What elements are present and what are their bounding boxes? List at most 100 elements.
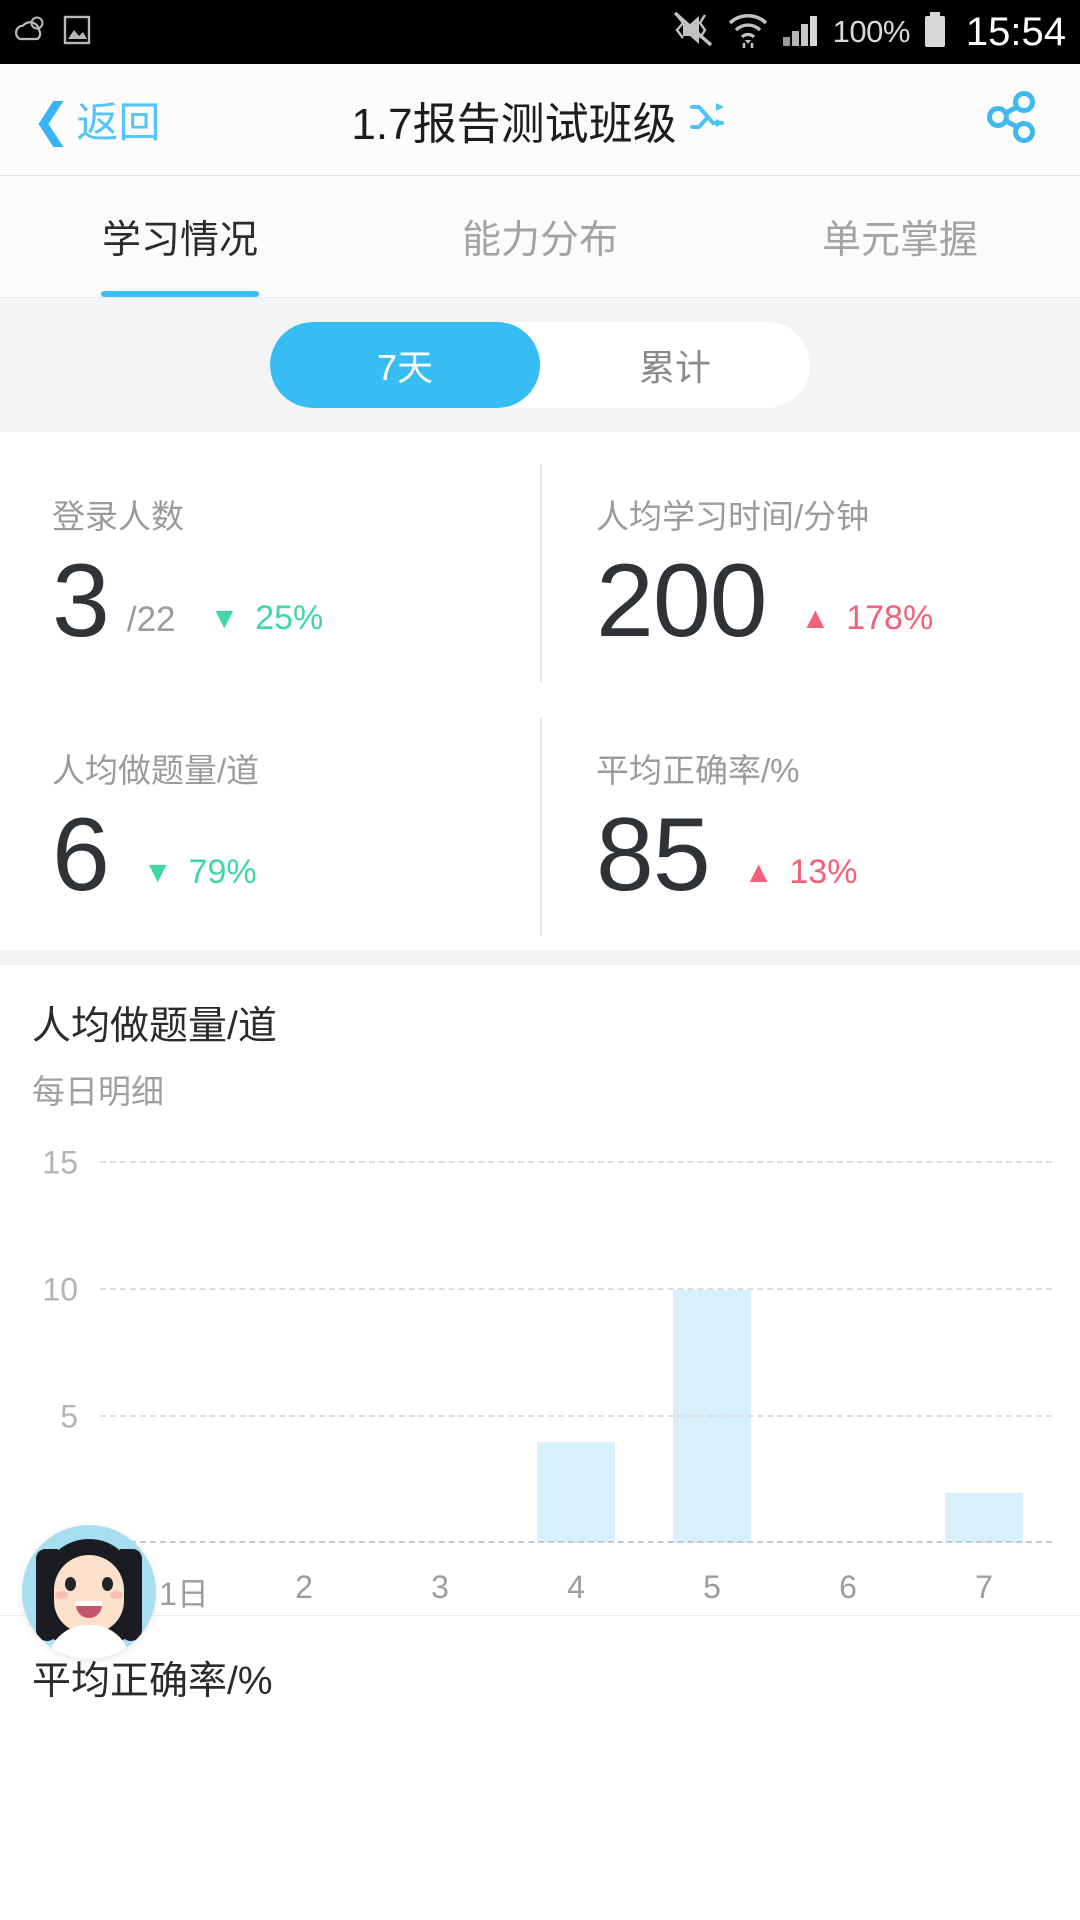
stat-label: 登录人数 [52,498,184,535]
stats-row-1: 登录人数 3 /22 ▼ 25% 人均学习时间/分钟 200 ▲ 178% [0,442,1080,696]
status-bar-left-icons [14,13,92,52]
chart-gridline: 0 [60,1525,1052,1561]
stat-delta: ▲ 178% [801,599,934,638]
stat-card-login-count[interactable]: 登录人数 3 /22 ▼ 25% [0,442,540,696]
chart-bar[interactable] [537,1441,615,1544]
stat-value: 3 [52,543,110,659]
share-icon [984,89,1040,150]
arrow-up-icon: ▲ [743,855,774,889]
bar-slot[interactable] [372,1163,508,1543]
stat-value: 85 [596,797,711,914]
stat-card-avg-questions[interactable]: 人均做题量/道 6 ▼ 79% [0,696,540,950]
range-toggle: 7天 累计 [270,322,810,408]
floating-assistant-avatar[interactable] [22,1525,156,1659]
signal-icon [781,13,821,52]
back-button-label: 返回 [76,99,161,146]
tab-label: 能力分布 [461,218,618,262]
tab-label: 单元掌握 [821,218,978,262]
avatar-eye-left [65,1577,76,1591]
bar-slot[interactable] [100,1163,236,1543]
arrow-down-icon: ▼ [142,855,173,889]
stat-delta-value: 25% [255,599,324,638]
bar-slot[interactable] [916,1163,1052,1544]
chart-section-avg-accuracy: 平均正确率/% [0,1616,1080,1707]
avatar-cheek-right [110,1591,123,1599]
bar-series [100,1163,1052,1544]
stat-delta: ▲ 13% [744,853,858,892]
section-divider [0,950,1080,965]
silent-vibrate-icon [669,11,715,54]
status-bar-clock: 15:54 [965,9,1066,54]
tab-bar: 学习情况 能力分布 单元掌握 [0,176,1080,298]
chart-gridline: 5 [60,1398,1052,1434]
bar-slot[interactable] [236,1163,372,1543]
x-axis-tick-label: 7 [975,1569,993,1606]
stat-delta: ▼ 79% [143,853,257,892]
stat-value-row: 200 ▲ 178% [596,548,1080,654]
battery-icon [922,11,948,54]
x-axis-tick-label: 6 [839,1569,857,1606]
shuffle-icon[interactable] [689,100,729,139]
x-axis-tick-label: 3 [431,1569,449,1606]
stat-delta-value: 79% [188,853,257,892]
arrow-up-icon: ▲ [800,601,831,635]
stat-label: 人均学习时间/分钟 [596,498,870,535]
stat-delta: ▼ 25% [210,599,324,638]
bar-slot[interactable] [508,1163,644,1544]
x-axis-labels: 月1日 2 3 4 5 6 7 [100,1569,1052,1615]
battery-percent-label: 100% [832,14,911,49]
range-option-label: 累计 [638,347,711,388]
stat-card-avg-accuracy[interactable]: 平均正确率/% 85 ▲ 13% [540,696,1080,950]
bar-slot[interactable] [644,1163,780,1544]
share-button[interactable] [984,89,1080,150]
range-toggle-container: 7天 累计 [0,298,1080,432]
chevron-left-icon: ❮ [32,93,71,146]
stat-label: 人均做题量/道 [52,752,260,790]
status-bar: 100% 15:54 [0,0,1080,64]
tab-unit-mastery[interactable]: 单元掌握 [720,176,1080,297]
chart-bar[interactable] [945,1492,1023,1544]
range-option-label: 7天 [376,347,434,388]
next-chart-title: 平均正确率/% [32,1660,273,1704]
tab-ability-distribution[interactable]: 能力分布 [360,176,720,297]
y-axis-tick-label: 10 [42,1271,78,1308]
stat-value-row: 6 ▼ 79% [52,802,540,908]
stat-label: 平均正确率/% [596,752,800,790]
chart-subtitle: 每日明细 [32,1073,164,1111]
chart-title: 人均做题量/道 [32,1005,277,1049]
stats-grid: 登录人数 3 /22 ▼ 25% 人均学习时间/分钟 200 ▲ 178% 人均… [0,432,1080,951]
stat-total: /22 [126,600,176,640]
wifi-icon [727,11,769,54]
stat-value: 6 [52,797,110,914]
chart-gridline: 15 [42,1145,1052,1181]
x-axis-tick-label: 4 [567,1569,585,1606]
navigation-title-group: 1.7报告测试班级 [0,64,1080,175]
stat-value-row: 3 /22 ▼ 25% [52,548,540,654]
y-axis-tick-label: 5 [60,1398,78,1434]
stats-row-2: 人均做题量/道 6 ▼ 79% 平均正确率/% 85 ▲ 13% [0,696,1080,950]
tab-label: 学习情况 [101,218,258,262]
bar-chart-plot-area: 15 10 5 0 [42,1145,1052,1561]
avatar-cheek-left [55,1591,68,1599]
stat-card-avg-study-time[interactable]: 人均学习时间/分钟 200 ▲ 178% [540,442,1080,696]
avatar-eye-right [102,1577,113,1591]
x-axis-tick-label: 2 [295,1569,313,1606]
status-bar-right-icons: 100% 15:54 [669,10,1066,55]
page-title: 1.7报告测试班级 [351,99,677,149]
back-button[interactable]: ❮ 返回 [0,89,161,150]
arrow-down-icon: ▼ [209,601,240,635]
navigation-bar: ❮ 返回 1.7报告测试班级 [0,64,1080,176]
bar-slot[interactable] [780,1163,916,1543]
chart-gridline: 10 [42,1271,1052,1307]
range-option-7days[interactable]: 7天 [270,322,540,408]
y-axis-tick-label: 15 [42,1144,78,1181]
range-option-cumulative[interactable]: 累计 [540,322,810,408]
stat-value: 200 [596,543,768,659]
tab-study-status[interactable]: 学习情况 [0,176,360,297]
chart-section-avg-questions: 人均做题量/道 每日明细 151050 月1日234567 [0,965,1080,1616]
stat-delta-value: 178% [846,599,934,638]
x-axis-tick-label: 5 [703,1569,721,1606]
screenshot-icon [62,13,92,52]
weather-icon [14,13,48,52]
stat-value-row: 85 ▲ 13% [596,802,1080,908]
